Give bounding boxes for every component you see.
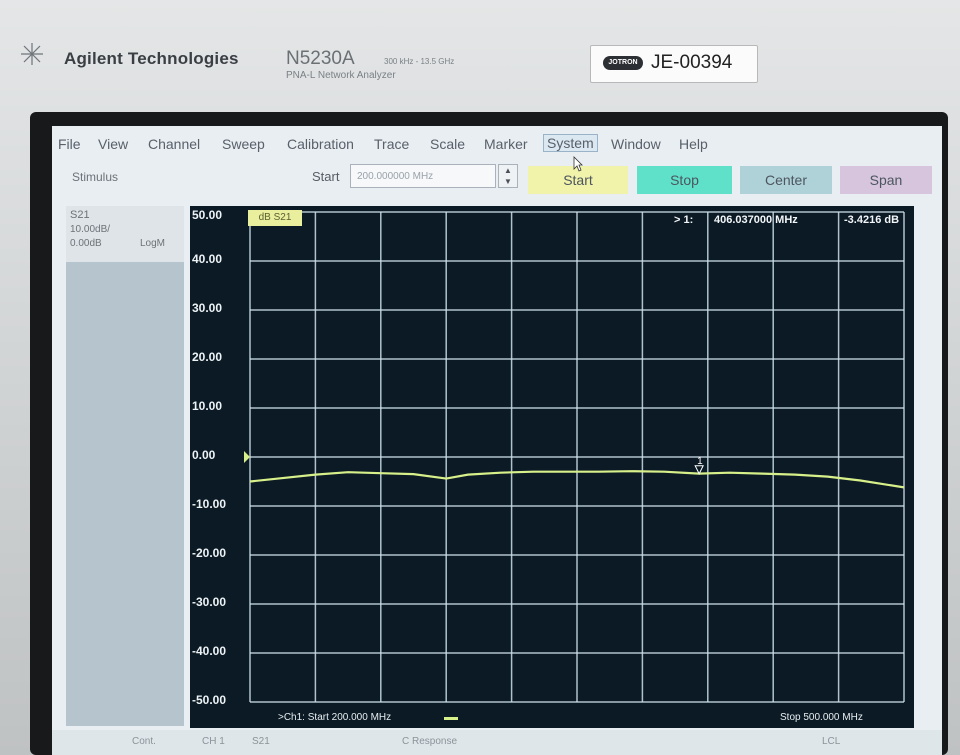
stop-button[interactable]: Stop <box>637 166 732 194</box>
analyzer-screen: File View Channel Sweep Calibration Trac… <box>52 126 942 755</box>
brand-name: Agilent Technologies <box>64 49 239 68</box>
footer-trace-swatch <box>444 717 458 720</box>
start-frequency-spinner[interactable]: ▲ ▼ <box>498 164 518 188</box>
agilent-spark-logo-icon <box>21 43 43 65</box>
y-tick-label: -30.00 <box>192 595 227 609</box>
spin-down-icon[interactable]: ▼ <box>504 177 512 186</box>
marker-id: > 1: <box>674 214 694 226</box>
start-label: Start <box>312 169 340 184</box>
status-sweep-mode: Cont. <box>132 736 156 747</box>
asset-logo: JOTRON <box>603 56 643 70</box>
marker-number-label: 1 <box>697 456 703 467</box>
footer-stop: Stop 500.000 MHz <box>780 712 863 723</box>
menu-marker[interactable]: Marker <box>484 136 528 152</box>
trace-tag: dB S21 <box>248 210 302 226</box>
status-parameter: S21 <box>252 736 270 747</box>
menu-scale[interactable]: Scale <box>430 136 465 152</box>
y-tick-label: 20.00 <box>192 350 223 364</box>
model-frequency-range: 300 kHz - 13.5 GHz <box>384 57 455 66</box>
status-bar: Cont. CH 1 S21 C Response LCL <box>52 730 942 755</box>
y-tick-label: 30.00 <box>192 301 223 315</box>
y-tick-label: -10.00 <box>192 497 227 511</box>
trace-format: LogM <box>140 238 166 249</box>
trace-status-header[interactable]: S21 10.00dB/ 0.00dB LogM <box>66 206 184 262</box>
status-cal: C Response <box>402 736 458 747</box>
model-number: N5230A <box>286 48 355 69</box>
center-button[interactable]: Center <box>740 166 832 194</box>
trace-scale: 10.00dB/ <box>70 224 111 235</box>
asset-id: JE-00394 <box>651 52 733 73</box>
marker-frequency: 406.037000 MHz <box>714 214 798 226</box>
y-tick-label: 0.00 <box>192 448 216 462</box>
menu-bar: File View Channel Sweep Calibration Trac… <box>52 126 942 162</box>
plot-footer: >Ch1: Start 200.000 MHz Stop 500.000 MHz <box>190 708 914 728</box>
menu-file[interactable]: File <box>58 136 81 152</box>
menu-system[interactable]: System <box>543 134 598 152</box>
menu-sweep[interactable]: Sweep <box>222 136 265 152</box>
trace-status-panel[interactable]: S21 10.00dB/ 0.00dB LogM <box>66 206 184 726</box>
footer-start: >Ch1: Start 200.000 MHz <box>278 712 392 723</box>
stimulus-label: Stimulus <box>72 170 119 184</box>
y-tick-label: 10.00 <box>192 399 223 413</box>
menu-channel[interactable]: Channel <box>148 136 200 152</box>
status-lcl: LCL <box>822 736 841 747</box>
mouse-pointer-icon <box>573 156 583 172</box>
reference-level-arrow-icon <box>244 451 250 463</box>
y-tick-label: -20.00 <box>192 546 227 560</box>
start-frequency-input[interactable] <box>350 164 496 188</box>
spin-up-icon[interactable]: ▲ <box>504 166 512 175</box>
model-description: PNA-L Network Analyzer <box>286 70 396 81</box>
asset-tag: JOTRON JE-00394 <box>590 45 758 83</box>
status-channel: CH 1 <box>202 736 225 747</box>
measurement-plot[interactable]: 1 <box>190 206 914 708</box>
y-tick-label: 40.00 <box>192 252 223 266</box>
menu-help[interactable]: Help <box>679 136 708 152</box>
menu-view[interactable]: View <box>98 136 128 152</box>
menu-calibration[interactable]: Calibration <box>287 136 354 152</box>
span-button[interactable]: Span <box>840 166 932 194</box>
y-tick-label: -40.00 <box>192 644 227 658</box>
y-tick-label: -50.00 <box>192 693 227 707</box>
y-tick-label: 50.00 <box>192 208 223 222</box>
trace-name: S21 <box>70 209 90 221</box>
trace-reference: 0.00dB <box>70 238 102 249</box>
menu-trace[interactable]: Trace <box>374 136 409 152</box>
menu-window[interactable]: Window <box>611 136 661 152</box>
marker-value: -3.4216 dB <box>844 214 900 226</box>
